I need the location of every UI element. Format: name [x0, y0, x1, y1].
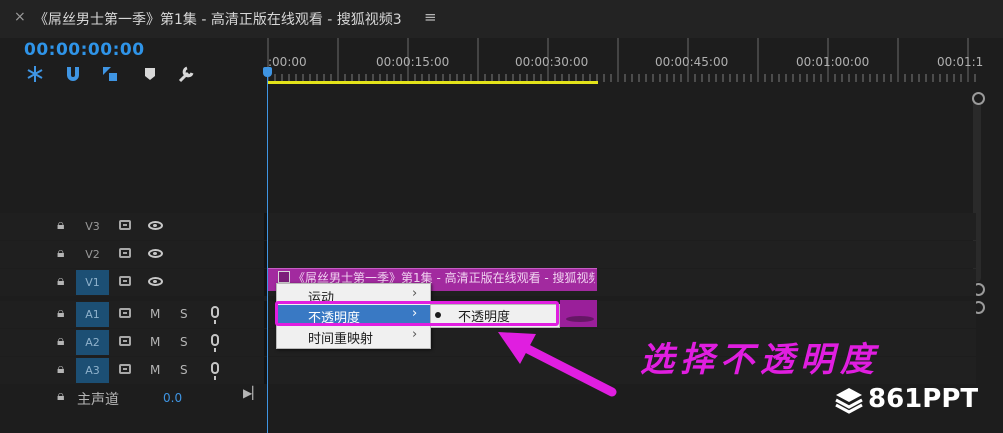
ruler-label: 00:00:45:00: [655, 55, 729, 69]
sync-lock-icon[interactable]: [119, 336, 131, 346]
end-skip-icon[interactable]: ▶▏: [243, 386, 261, 400]
track-target[interactable]: A3: [76, 358, 109, 383]
solo-toggle[interactable]: S: [180, 307, 188, 321]
track-target[interactable]: V2: [76, 242, 109, 267]
menu-item-label: 时间重映射: [308, 332, 374, 347]
track-header: 🔒︎ V2: [0, 241, 264, 268]
track-name: V3: [85, 220, 100, 233]
panel-menu-icon[interactable]: ≡: [424, 8, 437, 26]
wrench-icon[interactable]: [176, 64, 196, 84]
time-ruler[interactable]: [266, 38, 976, 86]
track-name: V2: [85, 248, 100, 261]
lock-icon[interactable]: 🔒︎: [57, 217, 64, 233]
lock-icon[interactable]: 🔒︎: [57, 273, 64, 289]
track-name: V1: [85, 276, 100, 289]
microphone-icon[interactable]: [211, 362, 219, 380]
track-area[interactable]: [267, 241, 976, 268]
sync-lock-icon[interactable]: [119, 220, 131, 230]
close-tab-icon[interactable]: ×: [14, 9, 26, 25]
watermark-text: 861PPT: [868, 384, 979, 414]
track-name: A2: [85, 336, 100, 349]
ruler-label: :00:00: [268, 55, 307, 69]
microphone-icon[interactable]: [211, 334, 219, 352]
sync-lock-icon[interactable]: [119, 308, 131, 318]
solo-toggle[interactable]: S: [180, 335, 188, 349]
lock-icon[interactable]: 🔒︎: [57, 361, 64, 377]
chevron-right-icon: ›: [412, 286, 418, 301]
playhead-handle[interactable]: [263, 67, 272, 77]
lock-icon[interactable]: 🔒︎: [57, 388, 64, 404]
work-area-bar[interactable]: [268, 81, 598, 84]
annotation-caption: 选择不透明度: [640, 340, 880, 380]
scroll-handle-top[interactable]: [972, 92, 985, 105]
lock-icon[interactable]: 🔒︎: [57, 305, 64, 321]
ruler-label: 00:00:15:00: [376, 55, 450, 69]
layers-logo-icon: [835, 388, 863, 414]
magnet-snap-icon[interactable]: [63, 64, 83, 84]
lock-icon[interactable]: 🔒︎: [57, 333, 64, 349]
track-name: A3: [85, 364, 100, 377]
track-area[interactable]: [267, 213, 976, 240]
ripple-insert-icon[interactable]: [25, 64, 45, 84]
track-header: 🔒︎ A3 M S: [0, 357, 264, 384]
track-row-v2: 🔒︎ V2: [0, 241, 976, 268]
playhead-timecode[interactable]: 00:00:00:00: [24, 40, 145, 60]
lock-icon[interactable]: 🔒︎: [57, 245, 64, 261]
menu-item-time-remapping[interactable]: 时间重映射 ›: [277, 326, 430, 347]
track-target[interactable]: A1: [76, 302, 109, 327]
sequence-tab-title[interactable]: 《屌丝男士第一季》第1集 - 高清正版在线观看 - 搜狐视频3: [34, 9, 402, 29]
ruler-label: 00:01:1: [937, 55, 984, 69]
master-track-label: 主声道: [77, 392, 119, 408]
track-target[interactable]: V1: [76, 270, 109, 295]
mute-toggle[interactable]: M: [150, 307, 160, 321]
linked-selection-icon[interactable]: [100, 64, 120, 84]
solo-toggle[interactable]: S: [180, 363, 188, 377]
track-row-v3: 🔒︎ V3: [0, 213, 976, 240]
master-volume-value[interactable]: 0.0: [163, 391, 182, 405]
annotation-arrow-icon: [498, 332, 617, 397]
track-target[interactable]: V3: [76, 214, 109, 239]
marker-icon[interactable]: [140, 64, 160, 84]
mute-toggle[interactable]: M: [150, 363, 160, 377]
eye-icon[interactable]: [148, 221, 163, 230]
playhead-line[interactable]: [267, 76, 268, 433]
track-header: 🔒︎ V1: [0, 269, 264, 296]
sync-lock-icon[interactable]: [119, 364, 131, 374]
track-target[interactable]: A2: [76, 330, 109, 355]
eye-icon[interactable]: [148, 249, 163, 258]
chevron-right-icon: ›: [412, 327, 418, 342]
track-name: A1: [85, 308, 100, 321]
track-header: 🔒︎ A2 M S: [0, 329, 264, 356]
mute-toggle[interactable]: M: [150, 335, 160, 349]
eye-icon[interactable]: [148, 277, 163, 286]
sync-lock-icon[interactable]: [119, 248, 131, 258]
microphone-icon[interactable]: [211, 306, 219, 324]
track-header: 🔒︎ A1 M S: [0, 301, 264, 328]
ruler-label: 00:01:00:00: [796, 55, 870, 69]
sync-lock-icon[interactable]: [119, 276, 131, 286]
fx-badge-icon: [278, 271, 290, 283]
ruler-label: 00:00:30:00: [515, 55, 589, 69]
track-header: 🔒︎ V3: [0, 213, 264, 240]
